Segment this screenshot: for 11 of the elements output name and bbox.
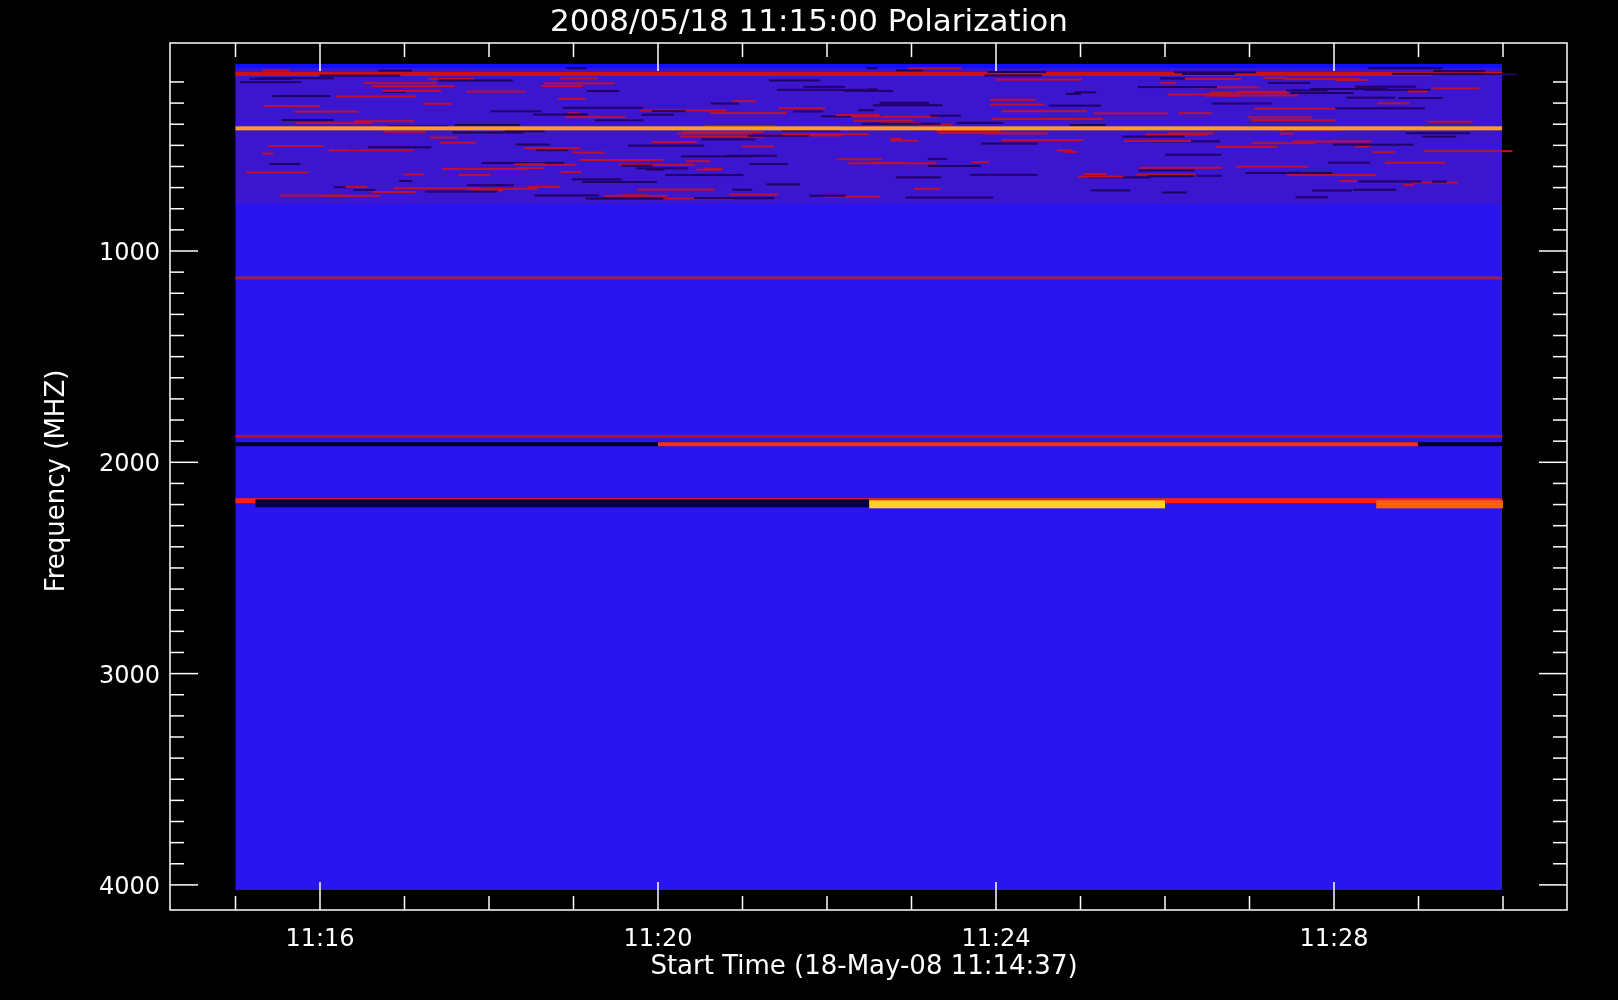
- chart-title: 2008/05/18 11:15:00 Polarization: [550, 2, 1068, 38]
- y-tick-label: 1000: [98, 238, 160, 266]
- y-axis-label: Frequency (MHZ): [40, 369, 70, 593]
- x-tick-label: 11:20: [623, 924, 693, 952]
- y-tick-label: 4000: [98, 871, 160, 900]
- y-tick-label: 3000: [98, 660, 160, 689]
- y-tick-label: 2000: [98, 449, 160, 478]
- x-tick-label: 11:28: [1299, 924, 1369, 952]
- x-tick-label: 11:16: [285, 924, 355, 952]
- x-tick-label: 11:24: [961, 924, 1031, 952]
- x-axis-label: Start Time (18-May-08 11:14:37): [650, 950, 1078, 980]
